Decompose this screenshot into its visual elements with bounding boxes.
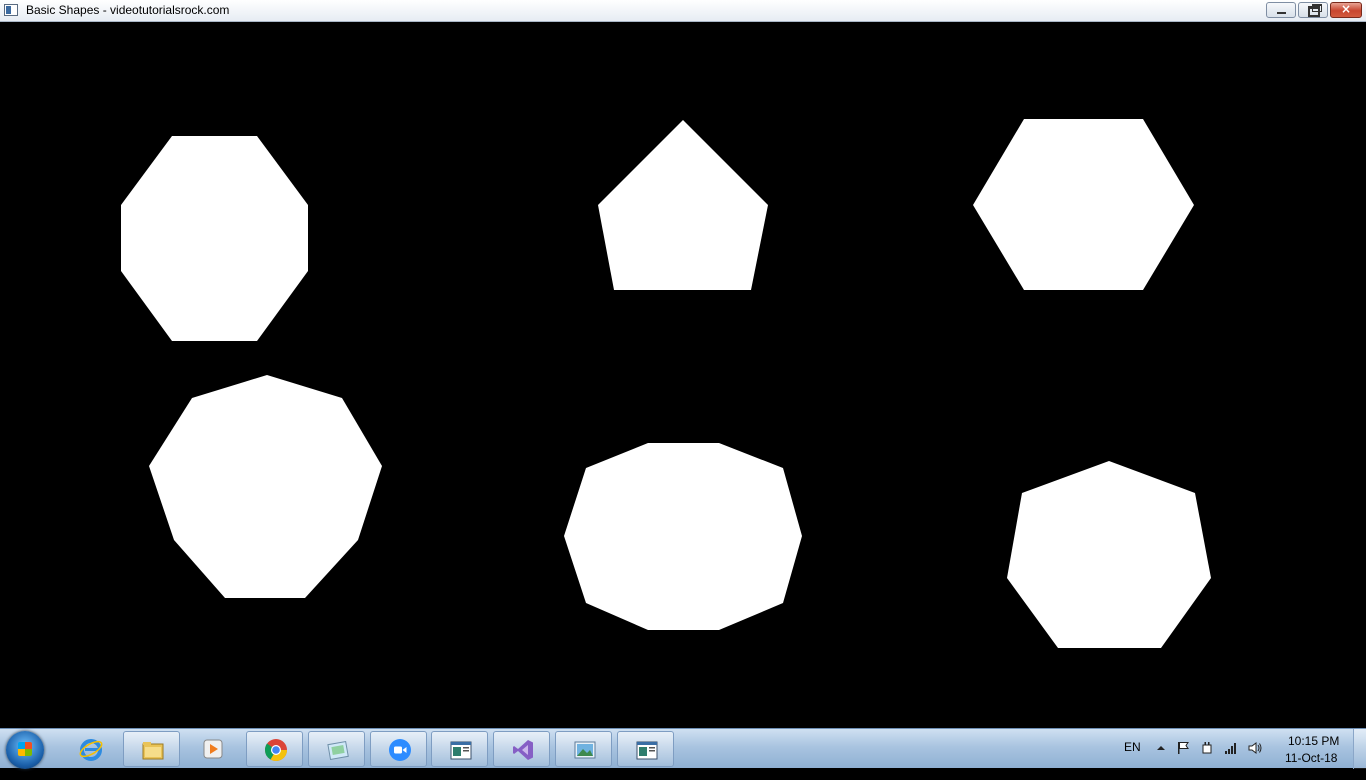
shapes-drawing bbox=[121, 119, 1211, 648]
start-button[interactable] bbox=[6, 731, 44, 769]
action-center-flag-icon[interactable] bbox=[1176, 741, 1190, 755]
taskbar-item-internet-explorer[interactable] bbox=[62, 731, 119, 767]
heptagon-shape bbox=[1007, 461, 1211, 648]
minimize-button[interactable] bbox=[1266, 2, 1296, 18]
nonagon-shape bbox=[149, 375, 382, 598]
file-explorer-icon bbox=[142, 742, 164, 760]
chrome-icon bbox=[264, 739, 287, 761]
close-icon: × bbox=[1340, 2, 1352, 16]
photo-viewer-icon bbox=[574, 741, 596, 759]
close-button[interactable]: × bbox=[1330, 2, 1362, 18]
title-bar[interactable]: Basic Shapes - videotutorialsrock.com × bbox=[0, 0, 1366, 22]
window-title: Basic Shapes - videotutorialsrock.com bbox=[26, 3, 230, 17]
pentagon-shape bbox=[598, 120, 768, 290]
taskbar-item-visual-studio[interactable] bbox=[493, 731, 550, 767]
visual-studio-icon bbox=[513, 740, 533, 760]
zoom-icon bbox=[389, 739, 411, 761]
taskbar-item-zoom[interactable] bbox=[370, 731, 427, 767]
taskbar-item-media-player[interactable] bbox=[184, 731, 241, 767]
taskbar-item-app-window-2[interactable] bbox=[617, 731, 674, 767]
clock-date[interactable]: 11-Oct-18 bbox=[1285, 751, 1337, 765]
restore-button[interactable] bbox=[1298, 2, 1328, 18]
taskbar-item-app-window[interactable] bbox=[431, 731, 488, 767]
taskbar-item-file-explorer[interactable] bbox=[123, 731, 180, 767]
app-window-icon bbox=[450, 741, 472, 760]
power-plug-icon[interactable] bbox=[1200, 741, 1214, 755]
show-hidden-icons-icon[interactable] bbox=[1154, 741, 1168, 755]
media-player-icon bbox=[203, 739, 223, 759]
decagon-shape bbox=[564, 443, 802, 630]
internet-explorer-icon bbox=[79, 739, 103, 761]
taskbar-item-photo-viewer[interactable] bbox=[555, 731, 612, 767]
taskbar: EN 10:15 PM 11-Oct-18 bbox=[0, 728, 1366, 769]
opengl-canvas[interactable] bbox=[0, 22, 1366, 728]
taskbar-item-paint[interactable] bbox=[308, 731, 365, 767]
clock-time[interactable]: 10:15 PM bbox=[1288, 734, 1339, 748]
paint-icon bbox=[327, 740, 349, 761]
hexagon-shape bbox=[973, 119, 1194, 290]
volume-icon[interactable] bbox=[1248, 741, 1262, 755]
app-window-icon bbox=[636, 741, 658, 760]
show-desktop-button[interactable] bbox=[1353, 729, 1366, 769]
language-indicator[interactable]: EN bbox=[1124, 740, 1141, 780]
app-window-icon[interactable] bbox=[4, 4, 18, 16]
taskbar-item-chrome[interactable] bbox=[246, 731, 303, 767]
octagon-shape bbox=[121, 136, 308, 341]
network-signal-icon[interactable] bbox=[1224, 741, 1238, 755]
